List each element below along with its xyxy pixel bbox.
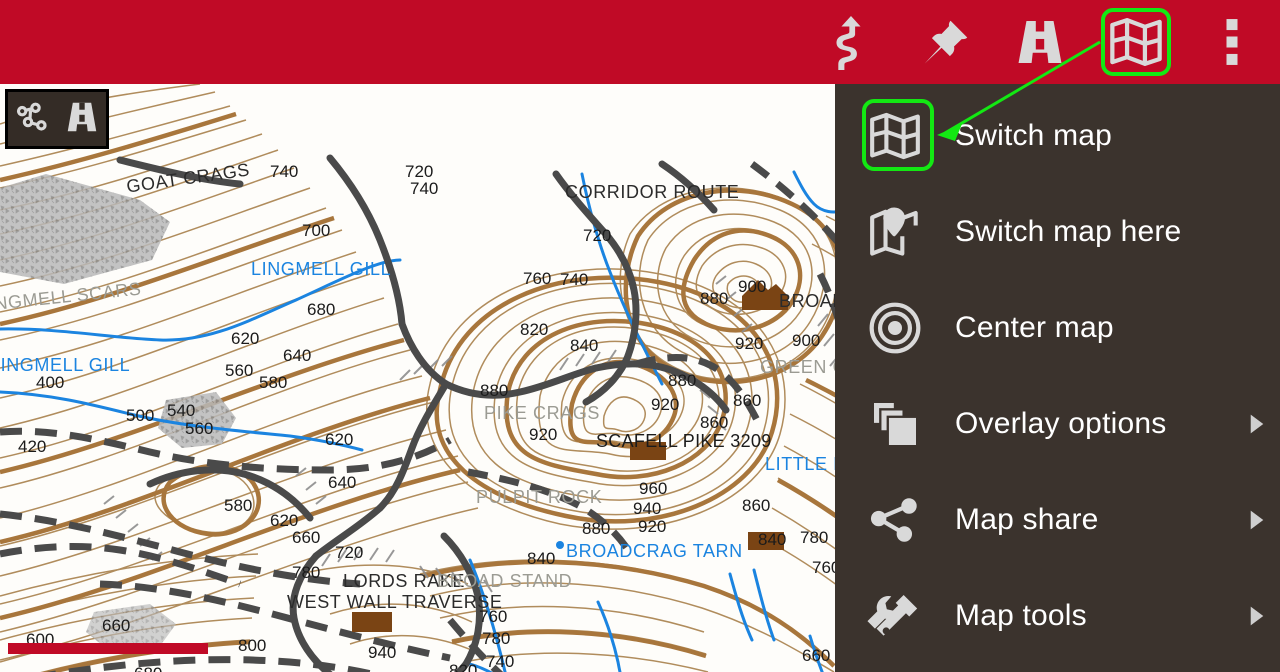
toolbar-map-highlight-ring	[1101, 8, 1171, 76]
menu-item-center-map[interactable]: Center map	[835, 280, 1280, 376]
road-icon[interactable]	[1006, 0, 1074, 84]
pin-icon[interactable]	[914, 0, 978, 84]
map-pin-icon	[835, 184, 955, 280]
menu-item-label: Switch map here	[955, 215, 1182, 248]
target-icon	[835, 280, 955, 376]
menu-item-overlay-options[interactable]: Overlay options	[835, 376, 1280, 472]
menu-item-label: Overlay options	[955, 407, 1167, 440]
menu-item-map-share[interactable]: Map share	[835, 472, 1280, 568]
overflow-menu-icon[interactable]	[1204, 0, 1260, 84]
menu-item-map-tools[interactable]: Map tools	[835, 568, 1280, 664]
share-icon	[835, 472, 955, 568]
road-icon[interactable]	[63, 98, 101, 141]
menu-item-label: Map tools	[955, 599, 1087, 632]
menu-item-label: Map share	[955, 503, 1099, 536]
chevron-right-icon[interactable]	[1234, 605, 1280, 627]
map-scale-bar	[8, 643, 208, 654]
app-root: GOAT CRAGS CORRIDOR ROUTE LINGMELL SCARS PI…	[0, 0, 1280, 672]
layers-icon	[835, 376, 955, 472]
menu-item-label: Center map	[955, 311, 1114, 344]
route-icon[interactable]	[818, 0, 882, 84]
menu-item-switch-map-here[interactable]: Switch map here	[835, 184, 1280, 280]
chevron-right-icon[interactable]	[1234, 413, 1280, 435]
track-icon[interactable]	[13, 97, 53, 142]
menu-map-highlight-ring	[862, 99, 934, 171]
tools-icon	[835, 568, 955, 664]
action-bar	[0, 0, 1280, 84]
map-options-menu: Switch map Switch map here Center map Ov…	[835, 84, 1280, 672]
overlay-toggle-widget[interactable]	[5, 89, 109, 149]
chevron-right-icon[interactable]	[1234, 509, 1280, 531]
menu-item-label: Switch map	[955, 119, 1113, 152]
